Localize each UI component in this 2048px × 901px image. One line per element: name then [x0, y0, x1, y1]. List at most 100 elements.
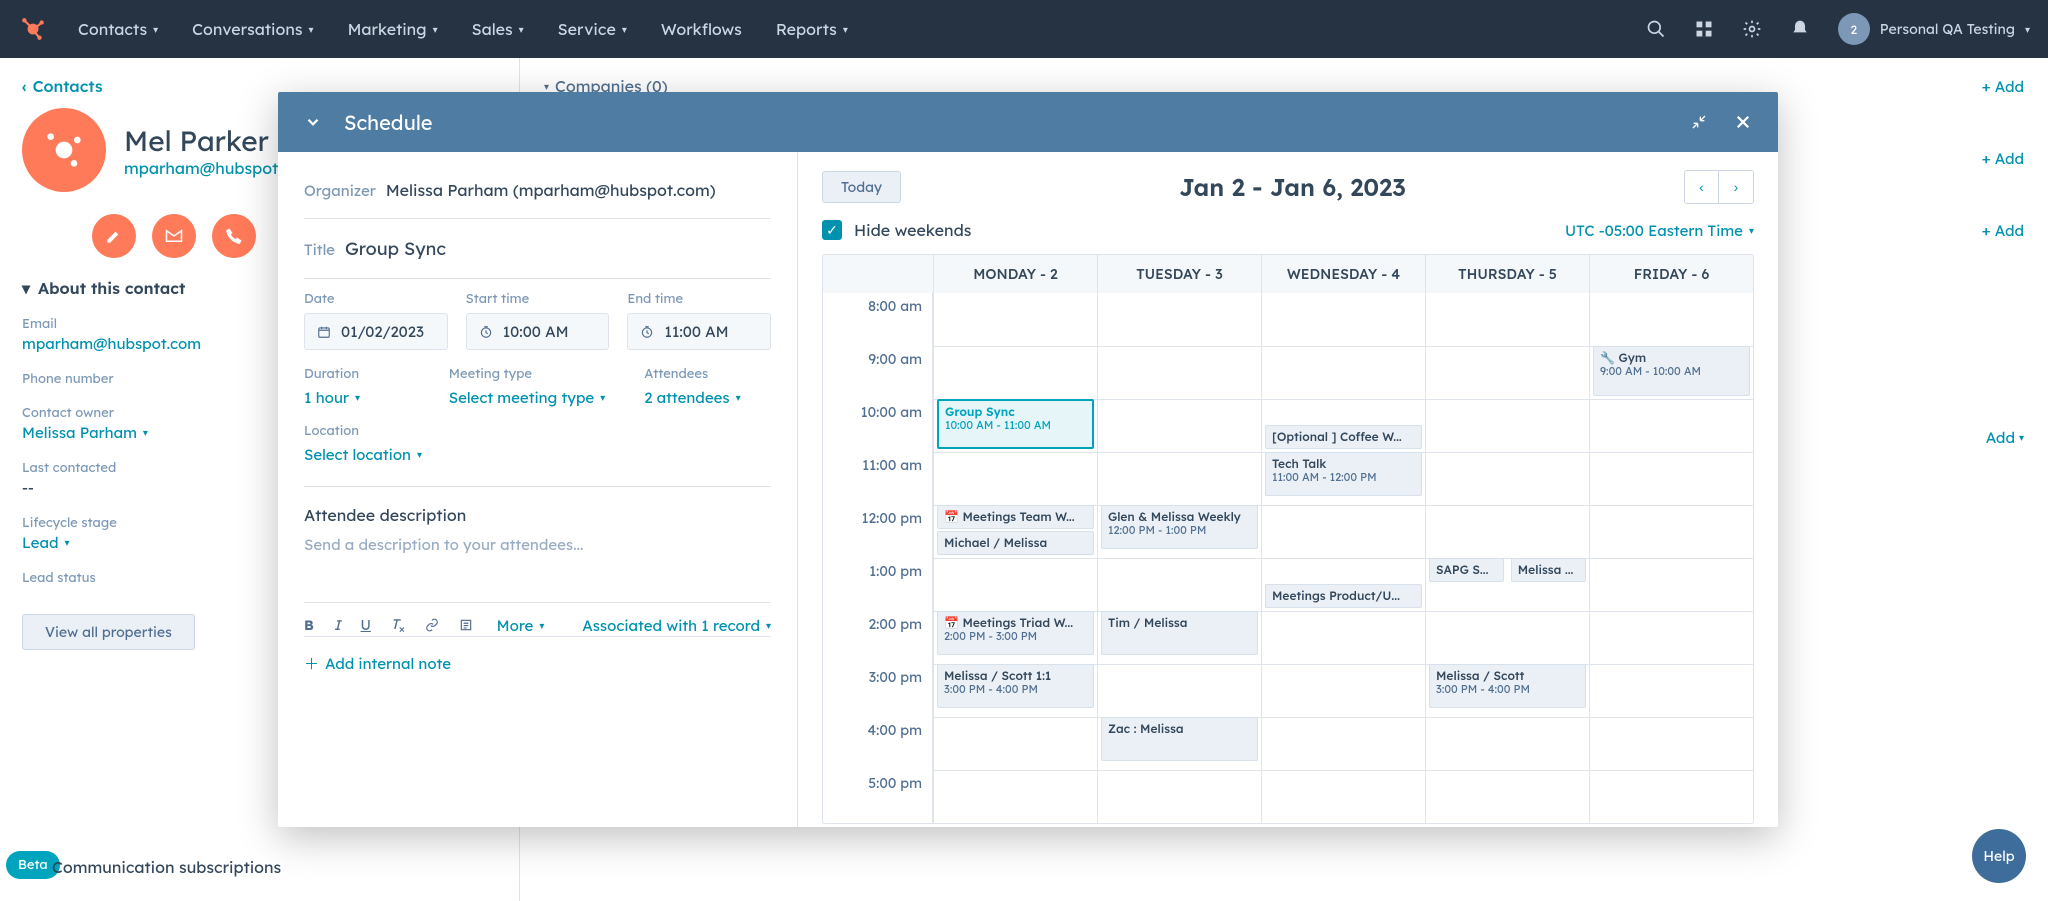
day-header: WEDNESDAY - 4 [1261, 255, 1425, 293]
communication-subscriptions[interactable]: Communication subscriptions [52, 857, 281, 877]
nav-marketing[interactable]: Marketing▾ [348, 19, 438, 39]
day-col-thu[interactable]: SAPG S... Melissa ... Melissa / Scott 3:… [1425, 293, 1589, 823]
date-label: Date [304, 291, 448, 307]
day-header: TUESDAY - 3 [1097, 255, 1261, 293]
schedule-form: Organizer Melissa Parham (mparham@hubspo… [278, 152, 798, 827]
minimize-icon[interactable] [1686, 109, 1712, 135]
day-col-mon[interactable]: Group Sync 10:00 AM - 11:00 AM 📅 Meeting… [933, 293, 1097, 823]
day-col-fri[interactable]: 🔧 Gym 9:00 AM - 10:00 AM [1589, 293, 1753, 823]
contact-avatar-icon [22, 108, 106, 192]
hour-label: 11:00 am [823, 452, 932, 505]
schedule-modal: Schedule Organizer Melissa Parham (mparh… [278, 92, 1778, 827]
chevron-down-icon: ▾ [22, 278, 30, 298]
nav-sales[interactable]: Sales▾ [472, 19, 524, 39]
underline-icon[interactable]: U [361, 616, 371, 634]
event-coffee[interactable]: [Optional ] Coffee W... [1265, 425, 1422, 449]
nav-service[interactable]: Service▾ [558, 19, 627, 39]
prev-week-button[interactable]: ‹ [1685, 171, 1719, 203]
meeting-type-label: Meeting type [449, 366, 626, 382]
event-glen[interactable]: Glen & Melissa Weekly 12:00 PM - 1:00 PM [1101, 505, 1258, 549]
add-dropdown[interactable]: Add ▾ [1986, 428, 2024, 447]
attendee-desc-input[interactable]: Send a description to your attendees... [304, 535, 771, 554]
nav-menu: Contacts▾ Conversations▾ Marketing▾ Sale… [78, 19, 848, 39]
event-techtalk[interactable]: Tech Talk 11:00 AM - 12:00 PM [1265, 452, 1422, 496]
end-label: End time [627, 291, 771, 307]
day-col-wed[interactable]: [Optional ] Coffee W... Tech Talk 11:00 … [1261, 293, 1425, 823]
hour-label: 12:00 pm [823, 505, 932, 558]
contact-email[interactable]: mparham@hubspot.co [124, 158, 300, 178]
more-dropdown[interactable]: More ▾ [497, 616, 545, 635]
hour-label: 5:00 pm [823, 770, 932, 823]
event-tim[interactable]: Tim / Melissa [1101, 611, 1258, 655]
clear-format-icon[interactable]: T× [391, 615, 405, 636]
day-header: THURSDAY - 5 [1425, 255, 1589, 293]
call-icon[interactable] [212, 214, 256, 258]
link-icon[interactable] [425, 618, 439, 632]
title-value[interactable]: Group Sync [345, 237, 446, 260]
nav-conversations[interactable]: Conversations▾ [192, 19, 313, 39]
location-select[interactable]: Select location ▾ [304, 445, 771, 464]
note-icon[interactable] [92, 214, 136, 258]
event-triad[interactable]: 📅 Meetings Triad W... 2:00 PM - 3:00 PM [937, 611, 1094, 655]
bold-icon[interactable]: B [304, 616, 314, 634]
title-label: Title [304, 240, 335, 259]
add-link-2[interactable]: + Add [1982, 149, 2024, 168]
date-input[interactable]: 01/02/2023 [304, 313, 448, 350]
meeting-type-select[interactable]: Select meeting type ▾ [449, 388, 626, 407]
marketplace-icon[interactable] [1694, 19, 1714, 39]
end-time-input[interactable]: 11:00 AM [627, 313, 771, 350]
hour-label: 1:00 pm [823, 558, 932, 611]
day-col-tue[interactable]: Glen & Melissa Weekly 12:00 PM - 1:00 PM… [1097, 293, 1261, 823]
hour-label: 8:00 am [823, 293, 932, 346]
chevron-down-icon[interactable] [300, 109, 326, 135]
event-gym[interactable]: 🔧 Gym 9:00 AM - 10:00 AM [1593, 346, 1750, 396]
snippet-icon[interactable] [459, 618, 473, 632]
event-zac[interactable]: Zac : Melissa [1101, 717, 1258, 761]
gear-icon[interactable] [1742, 19, 1762, 39]
add-link-3[interactable]: + Add [1982, 221, 2024, 240]
today-button[interactable]: Today [822, 171, 901, 203]
calendar-grid: MONDAY - 2 TUESDAY - 3 WEDNESDAY - 4 THU… [822, 254, 1754, 824]
event-thu-scott[interactable]: Melissa / Scott 3:00 PM - 4:00 PM [1429, 664, 1586, 708]
hide-weekends-checkbox[interactable]: ✓ [822, 220, 842, 240]
event-meetings-team[interactable]: 📅 Meetings Team W... [937, 505, 1094, 529]
hour-label: 2:00 pm [823, 611, 932, 664]
modal-title: Schedule [344, 110, 432, 135]
help-button[interactable]: Help [1972, 829, 2026, 883]
attendee-desc-label: Attendee description [304, 505, 771, 525]
next-week-button[interactable]: › [1719, 171, 1753, 203]
event-scott[interactable]: Melissa / Scott 1:1 3:00 PM - 4:00 PM [937, 664, 1094, 708]
attendees-label: Attendees [644, 366, 771, 382]
nav-contacts[interactable]: Contacts▾ [78, 19, 158, 39]
hour-label: 3:00 pm [823, 664, 932, 717]
day-header: FRIDAY - 6 [1589, 255, 1753, 293]
organizer-value: Melissa Parham (mparham@hubspot.com) [386, 180, 716, 200]
nav-workflows[interactable]: Workflows [661, 19, 742, 39]
search-icon[interactable] [1646, 19, 1666, 39]
event-product[interactable]: Meetings Product/U... [1265, 584, 1422, 608]
plus-icon: ＋ [304, 653, 319, 674]
email-icon[interactable] [152, 214, 196, 258]
hour-label: 4:00 pm [823, 717, 932, 770]
event-group-sync[interactable]: Group Sync 10:00 AM - 11:00 AM [937, 399, 1094, 449]
nav-reports[interactable]: Reports▾ [776, 19, 848, 39]
timezone-select[interactable]: UTC -05:00 Eastern Time ▾ [1565, 221, 1754, 240]
close-icon[interactable] [1730, 109, 1756, 135]
view-all-button[interactable]: View all properties [22, 614, 195, 650]
associated-dropdown[interactable]: Associated with 1 record ▾ [582, 616, 771, 635]
italic-icon[interactable]: I [334, 616, 341, 634]
location-label: Location [304, 423, 771, 439]
calendar-icon [317, 325, 331, 339]
account-menu[interactable]: 2 Personal QA Testing▾ [1838, 13, 2030, 45]
attendees-select[interactable]: 2 attendees ▾ [644, 388, 771, 407]
event-melissa[interactable]: Melissa ... [1511, 558, 1586, 582]
start-time-input[interactable]: 10:00 AM [466, 313, 610, 350]
duration-label: Duration [304, 366, 431, 382]
duration-select[interactable]: 1 hour ▾ [304, 388, 431, 407]
event-michael[interactable]: Michael / Melissa [937, 531, 1094, 555]
add-company[interactable]: + Add [1982, 77, 2024, 96]
event-sapg[interactable]: SAPG S... [1429, 558, 1504, 582]
hubspot-logo-icon[interactable] [18, 14, 48, 44]
add-internal-note[interactable]: ＋ Add internal note [304, 653, 771, 674]
bell-icon[interactable] [1790, 19, 1810, 39]
